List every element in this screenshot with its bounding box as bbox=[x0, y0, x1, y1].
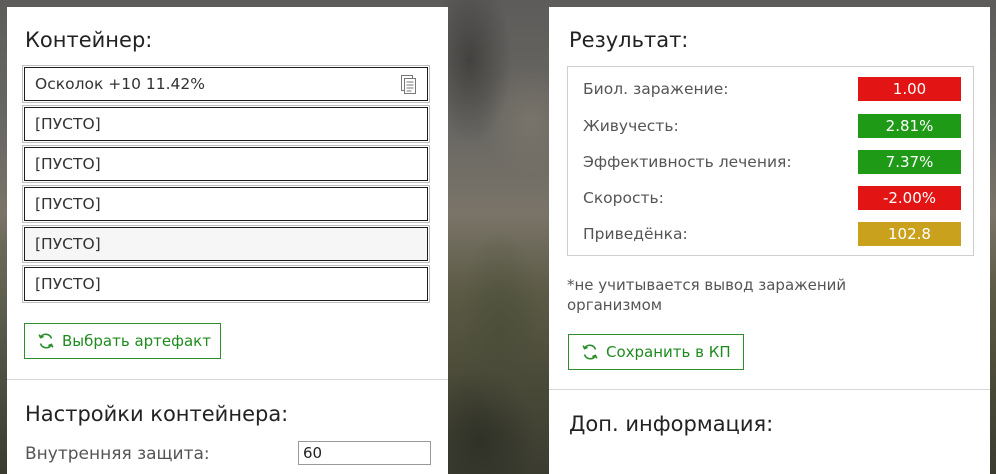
result-row-speed: Скорость: -2.00% bbox=[568, 186, 973, 212]
result-label: Биол. заражение: bbox=[583, 80, 729, 98]
result-label: Приведёнка: bbox=[583, 225, 688, 243]
result-value-badge: 1.00 bbox=[858, 77, 961, 101]
slot-label: [ПУСТО] bbox=[35, 235, 101, 253]
extra-info-title: Доп. информация: bbox=[569, 412, 774, 436]
result-footnote: *не учитывается вывод заражений организм… bbox=[567, 276, 847, 314]
divider bbox=[549, 389, 990, 390]
save-to-kp-button[interactable]: Сохранить в КП bbox=[568, 334, 744, 370]
result-row-bio: Биол. заражение: 1.00 bbox=[568, 77, 973, 103]
refresh-icon bbox=[582, 344, 598, 360]
save-to-kp-label: Сохранить в КП bbox=[606, 343, 731, 361]
result-row-reduced: Приведёнка: 102.8 bbox=[568, 222, 973, 248]
slot-label: Осколок +10 11.42% bbox=[35, 75, 205, 93]
inner-protection-label: Внутренняя защита: bbox=[25, 444, 210, 464]
slot-label: [ПУСТО] bbox=[35, 115, 101, 133]
result-value-badge: 2.81% bbox=[858, 114, 961, 138]
result-title: Результат: bbox=[569, 28, 689, 52]
background-blotch bbox=[440, 0, 560, 474]
container-panel: Контейнер: Осколок +10 11.42% [ПУСТО] [П… bbox=[7, 7, 448, 474]
document-icon[interactable] bbox=[401, 75, 416, 94]
result-label: Живучесть: bbox=[583, 117, 679, 135]
result-value-badge: -2.00% bbox=[858, 186, 961, 210]
result-panel: Результат: Биол. заражение: 1.00 Живучес… bbox=[549, 7, 990, 474]
result-row-vitality: Живучесть: 2.81% bbox=[568, 114, 973, 140]
slot-label: [ПУСТО] bbox=[35, 275, 101, 293]
result-value-badge: 102.8 bbox=[858, 222, 961, 246]
container-slot-3[interactable]: [ПУСТО] bbox=[22, 145, 430, 183]
choose-artifact-label: Выбрать артефакт bbox=[62, 332, 211, 350]
result-label: Скорость: bbox=[583, 189, 664, 207]
settings-title: Настройки контейнера: bbox=[25, 402, 289, 426]
container-slot-4[interactable]: [ПУСТО] bbox=[22, 185, 430, 223]
container-slot-2[interactable]: [ПУСТО] bbox=[22, 105, 430, 143]
result-label: Эффективность лечения: bbox=[583, 153, 792, 171]
container-slot-5[interactable]: [ПУСТО] bbox=[22, 225, 430, 263]
divider bbox=[7, 379, 448, 380]
inner-protection-input[interactable] bbox=[298, 441, 431, 465]
container-title: Контейнер: bbox=[25, 28, 153, 52]
refresh-icon bbox=[38, 333, 54, 349]
slot-label: [ПУСТО] bbox=[35, 195, 101, 213]
result-table: Биол. заражение: 1.00 Живучесть: 2.81% Э… bbox=[567, 66, 974, 256]
choose-artifact-button[interactable]: Выбрать артефакт bbox=[24, 323, 221, 359]
result-row-healing: Эффективность лечения: 7.37% bbox=[568, 150, 973, 176]
result-value-badge: 7.37% bbox=[858, 150, 961, 174]
container-slot-6[interactable]: [ПУСТО] bbox=[22, 265, 430, 303]
container-slot-1[interactable]: Осколок +10 11.42% bbox=[22, 65, 430, 103]
slot-label: [ПУСТО] bbox=[35, 155, 101, 173]
